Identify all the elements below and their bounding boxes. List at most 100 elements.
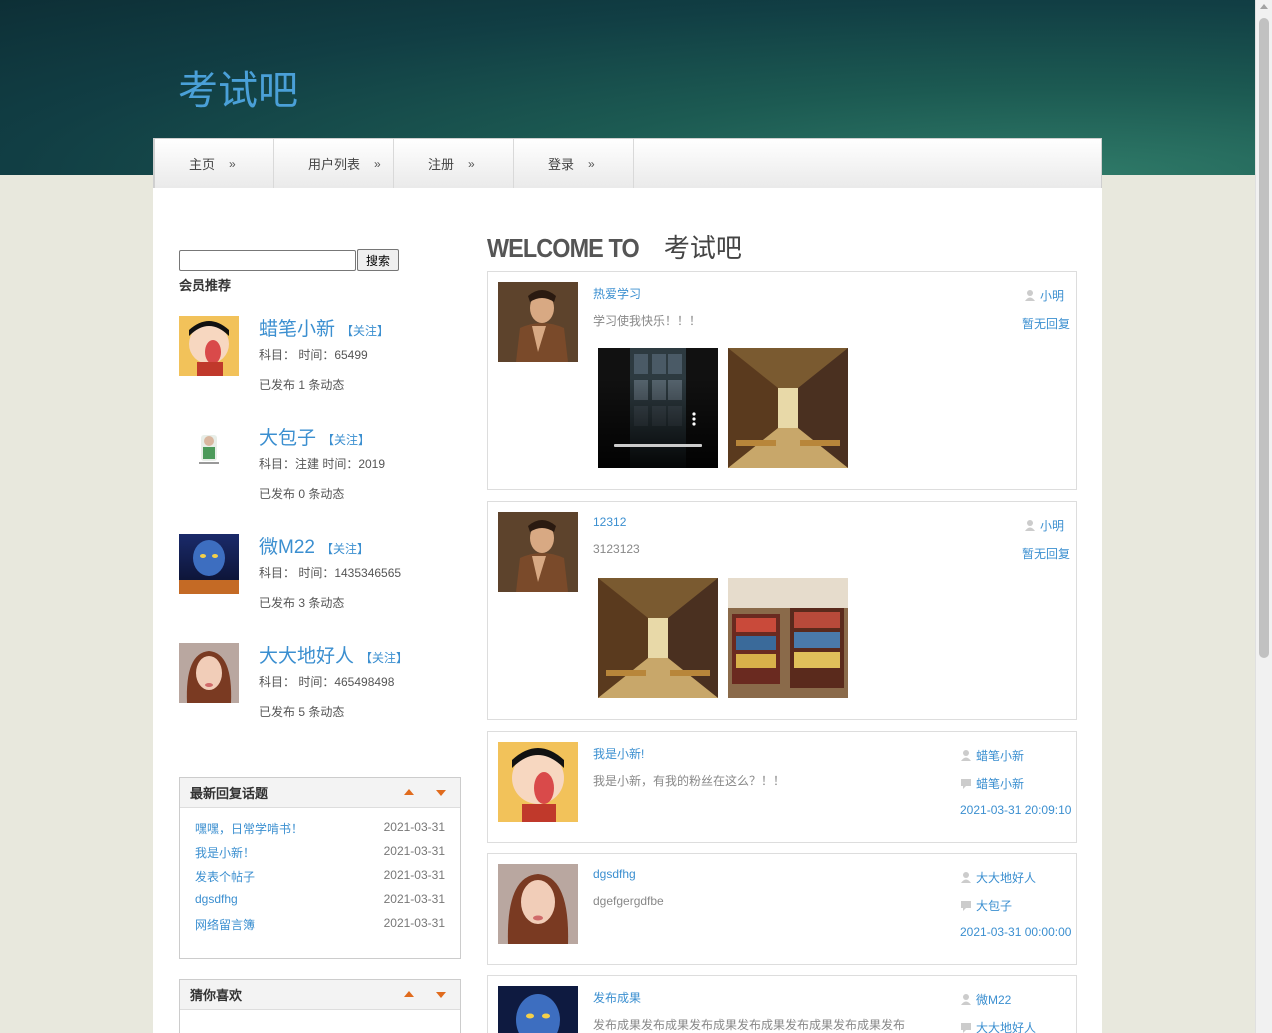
member-posts: 已发布 0 条动态 [259,487,345,501]
expand-down-icon[interactable] [436,992,446,998]
post-date: 2021-03-31 20:09:10 [960,803,1072,817]
member-name-text: 大大地好人 [259,646,355,667]
chevron-right-icon: » [468,156,475,171]
post-image[interactable] [598,348,718,468]
post-author[interactable]: 大大地好人 [976,869,1036,886]
post-image[interactable] [728,578,848,698]
topic-link[interactable]: 发表个帖子 [195,868,255,892]
member-name-text: 大包子 [259,428,317,449]
topic-date: 2021-03-31 [383,844,445,858]
topic-link[interactable]: 我是小新！ [195,844,255,868]
nav-item-users[interactable]: 用户列表 » [274,139,394,188]
post-meta: 微M22 大大地好人 [960,991,1036,1033]
scrollbar[interactable] [1255,0,1272,1033]
avatar[interactable] [498,986,578,1033]
scroll-thumb[interactable] [1259,18,1269,658]
post-title[interactable]: 我是小新! [593,745,644,762]
post-replier[interactable]: 大大地好人 [976,1019,1036,1033]
nav-item-register[interactable]: 注册 » [394,139,514,188]
expand-down-icon[interactable] [436,790,446,796]
user-icon [961,750,971,761]
nav-label: 登录 [548,157,575,172]
welcome-prefix: WELCOME TO [487,233,640,263]
list-item: 发表个帖子 2021-03-31 [195,868,445,892]
avatar[interactable] [179,534,239,594]
avatar[interactable] [498,282,578,362]
post-author-line: 蜡笔小新 [960,747,1071,775]
list-item: 我是小新！ 2021-03-31 [195,844,445,868]
post-date-line: 2021-03-31 20:09:10 [960,803,1071,831]
scroll-up-icon[interactable] [1260,4,1268,9]
avatar[interactable] [498,742,578,822]
follow-link[interactable]: 【关注】 [360,651,408,665]
post-replier[interactable]: 大包子 [976,897,1012,914]
post-reply-status[interactable]: 暂无回复 [1022,545,1070,562]
post-date-line: 2021-03-31 00:00:00 [960,925,1071,953]
member-subject: 科目： 时间：465498498 [259,675,395,689]
avatar[interactable] [179,316,239,376]
post-replier-line: 蜡笔小新 [960,775,1071,803]
post-author[interactable]: 小明 [1040,517,1064,534]
avatar[interactable] [498,864,578,944]
topic-link[interactable]: 嘿嘿，日常学啃书！ [195,820,303,844]
member-name[interactable]: 大包子 【关注】 [259,423,370,450]
post-title[interactable]: 发布成果 [593,989,641,1006]
topic-link[interactable]: dgsdfhg [195,892,238,916]
post-card: 热爱学习 学习使我快乐！！！ 小明 暂无回复 [487,271,1077,490]
post-author[interactable]: 蜡笔小新 [976,747,1024,764]
member-subject: 科目： 时间：65499 [259,348,368,362]
member-name[interactable]: 微M22 【关注】 [259,532,369,559]
member-name[interactable]: 大大地好人 【关注】 [259,641,408,668]
follow-link[interactable]: 【关注】 [341,324,389,338]
search-button[interactable]: 搜索 [357,249,399,271]
chevron-right-icon: » [588,156,595,171]
collapse-up-icon[interactable] [404,991,414,997]
collapse-up-icon[interactable] [404,789,414,795]
avatar[interactable] [498,512,578,592]
post-replier[interactable]: 蜡笔小新 [976,775,1024,792]
member-item: 蜡笔小新 【关注】 科目： 时间：65499 已发布 1 条动态 [179,316,461,396]
post-reply-line: 暂无回复 [1022,545,1070,573]
member-subject: 科目： 时间：1435346565 [259,566,402,580]
user-icon [1025,290,1035,301]
post-image[interactable] [728,348,848,468]
avatar[interactable] [179,643,239,703]
search-input[interactable] [179,250,356,271]
post-replier-line: 大大地好人 [960,1019,1036,1033]
post-title[interactable]: 热爱学习 [593,285,641,302]
user-icon [1025,520,1035,531]
nav-label: 用户列表 [308,157,361,172]
post-content: 我是小新，有我的粉丝在这么？！！ [593,774,786,788]
member-item: 大包子 【关注】 科目：注建 时间：2019 已发布 0 条动态 [179,425,461,505]
avatar[interactable] [179,425,239,485]
nav-item-home[interactable]: 主页 » [154,139,274,188]
post-title[interactable]: dgsdfhg [593,867,636,881]
topic-date: 2021-03-31 [383,916,445,930]
post-author-line: 大大地好人 [960,869,1071,897]
follow-link[interactable]: 【关注】 [321,542,369,556]
topic-link[interactable]: 网络留言簿 [195,916,255,940]
post-image[interactable] [598,578,718,698]
follow-link[interactable]: 【关注】 [322,433,370,447]
list-item: 嘿嘿，日常学啃书！ 2021-03-31 [195,820,445,844]
user-icon [961,872,971,883]
panel-title: 最新回复话题 [190,786,269,801]
welcome-site-name: 考试吧 [663,234,742,264]
member-posts: 已发布 3 条动态 [259,596,345,610]
post-author-line: 小明 [1024,287,1070,315]
member-subject: 科目：注建 时间：2019 [259,457,386,471]
topic-date: 2021-03-31 [383,892,445,906]
member-name[interactable]: 蜡笔小新 【关注】 [259,314,389,341]
post-card: 发布成果 发布成果发布成果发布成果发布成果发布成果发布成果发布 微M22 大大地… [487,975,1077,1033]
nav-item-login[interactable]: 登录 » [514,139,634,188]
recent-topics-panel: 最新回复话题 嘿嘿，日常学啃书！ 2021-03-31 我是小新！ 2021-03-… [179,777,461,959]
post-replier-line: 大包子 [960,897,1071,925]
post-reply-status[interactable]: 暂无回复 [1022,315,1070,332]
post-author[interactable]: 小明 [1040,287,1064,304]
guess-panel: 猜你喜欢 [179,979,461,1033]
topic-list: 嘿嘿，日常学啃书！ 2021-03-31 我是小新！ 2021-03-31 发表个帖… [180,808,460,940]
post-title[interactable]: 12312 [593,515,626,529]
post-content: 发布成果发布成果发布成果发布成果发布成果发布成果发布 [593,1018,906,1032]
post-content: 学习使我快乐！！！ [593,314,702,328]
post-author[interactable]: 微M22 [976,991,1011,1008]
